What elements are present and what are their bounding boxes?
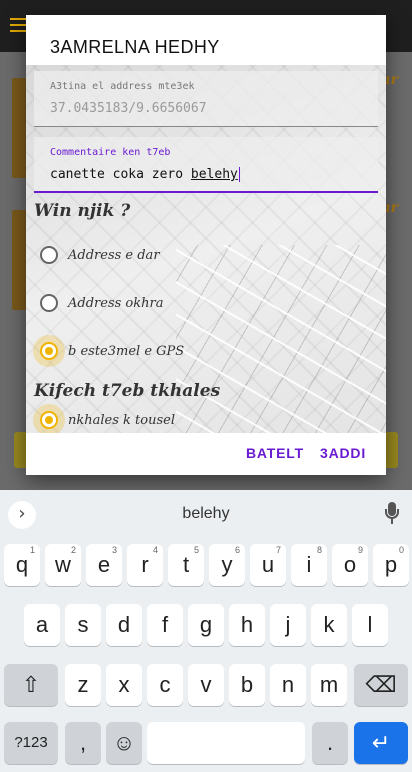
key-s[interactable]: s xyxy=(65,604,101,646)
key-k[interactable]: k xyxy=(311,604,347,646)
key-m[interactable]: m xyxy=(311,664,347,706)
key-p[interactable]: p0 xyxy=(373,544,409,586)
key-q[interactable]: q1 xyxy=(4,544,40,586)
key-b[interactable]: b xyxy=(229,664,265,706)
radio-option-pay-on-delivery[interactable]: nkhales k tousel xyxy=(40,407,175,433)
key-u[interactable]: u7 xyxy=(250,544,286,586)
emoji-key[interactable]: ☺ xyxy=(106,722,142,764)
key-h[interactable]: h xyxy=(229,604,265,646)
key-z[interactable]: z xyxy=(65,664,101,706)
radio-button[interactable] xyxy=(40,246,58,264)
backspace-key[interactable]: ⌫ xyxy=(354,664,408,706)
radio-button-checked[interactable] xyxy=(40,411,58,429)
space-key[interactable] xyxy=(147,722,305,764)
microphone-icon[interactable] xyxy=(384,502,400,528)
key-hint: 2 xyxy=(70,545,76,555)
emoji-icon: ☺ xyxy=(112,730,136,755)
suggestion-word[interactable]: belehy xyxy=(0,505,412,523)
address-field[interactable]: A3tina el address mte3ek 37.0435183/9.66… xyxy=(34,71,378,127)
key-d[interactable]: d xyxy=(106,604,142,646)
shift-icon: ⇧ xyxy=(21,672,41,697)
cancel-button[interactable]: BATELT xyxy=(246,445,304,461)
key-hint: 0 xyxy=(398,545,404,555)
dialog-content[interactable]: A3tina el address mte3ek 37.0435183/9.66… xyxy=(26,65,386,433)
key-v[interactable]: v xyxy=(188,664,224,706)
radio-option-home-address[interactable]: Address e dar xyxy=(40,242,160,268)
soft-keyboard: › belehy q 1 w 2 e 3 r 4 t 5 y 6 u 7 i 8 o 9 p 0 a s d f g h j k l ⇧ z… xyxy=(0,490,412,772)
address-field-label: A3tina el address mte3ek xyxy=(50,81,195,92)
dialog-title: 3AMRELNA HEDHY xyxy=(50,37,220,57)
text-caret xyxy=(238,167,240,182)
enter-key[interactable]: ↵ xyxy=(354,722,408,764)
composing-word: belehy xyxy=(190,167,238,182)
address-field-value: 37.0435183/9.6656067 xyxy=(50,101,207,116)
radio-label: Address okhra xyxy=(68,295,164,311)
order-dialog: 3AMRELNA HEDHY A3tina el address mte3ek … xyxy=(26,15,386,475)
key-i[interactable]: i8 xyxy=(291,544,327,586)
key-e[interactable]: e3 xyxy=(86,544,122,586)
menu-icon[interactable] xyxy=(10,18,26,32)
key-j[interactable]: j xyxy=(270,604,306,646)
radio-option-other-address[interactable]: Address okhra xyxy=(40,290,163,316)
key-hint: 4 xyxy=(152,545,158,555)
key-g[interactable]: g xyxy=(188,604,224,646)
key-w[interactable]: w2 xyxy=(45,544,81,586)
radio-button[interactable] xyxy=(40,294,58,312)
backspace-icon: ⌫ xyxy=(365,672,397,697)
radio-label: nkhales k tousel xyxy=(68,412,175,428)
comment-field-label: Commentaire ken t7eb xyxy=(50,147,171,158)
radio-button-checked[interactable] xyxy=(40,342,58,360)
dialog-actions: BATELT 3ADDI xyxy=(26,433,386,475)
key-hint: 7 xyxy=(275,545,281,555)
background-pattern xyxy=(176,245,386,433)
confirm-button[interactable]: 3ADDI xyxy=(320,445,366,461)
key-hint: 8 xyxy=(316,545,322,555)
delivery-location-heading: Win njik ? xyxy=(34,201,131,221)
suggestion-strip: › belehy xyxy=(0,490,412,538)
key-hint: 1 xyxy=(29,545,35,555)
comment-field[interactable]: Commentaire ken t7eb canette coka zero b… xyxy=(34,137,378,193)
period-key[interactable]: . xyxy=(312,722,348,764)
shift-key[interactable]: ⇧ xyxy=(4,664,58,706)
key-f[interactable]: f xyxy=(147,604,183,646)
key-hint: 3 xyxy=(111,545,117,555)
key-l[interactable]: l xyxy=(352,604,388,646)
key-a[interactable]: a xyxy=(24,604,60,646)
radio-label: b este3mel e GPS xyxy=(68,343,185,359)
enter-icon: ↵ xyxy=(371,730,391,755)
key-n[interactable]: n xyxy=(270,664,306,706)
key-x[interactable]: x xyxy=(106,664,142,706)
payment-heading: Kifech t7eb tkhales xyxy=(34,381,221,401)
radio-option-gps[interactable]: b este3mel e GPS xyxy=(40,338,184,364)
radio-label: Address e dar xyxy=(68,247,160,263)
key-y[interactable]: y6 xyxy=(209,544,245,586)
key-c[interactable]: c xyxy=(147,664,183,706)
key-t[interactable]: t5 xyxy=(168,544,204,586)
comma-key[interactable]: , xyxy=(65,722,101,764)
key-hint: 5 xyxy=(193,545,199,555)
key-r[interactable]: r4 xyxy=(127,544,163,586)
symbols-key[interactable]: ?123 xyxy=(4,722,58,764)
key-hint: 9 xyxy=(357,545,363,555)
key-o[interactable]: o9 xyxy=(332,544,368,586)
comment-field-value: canette coka zero belehy xyxy=(50,167,240,182)
key-hint: 6 xyxy=(234,545,240,555)
